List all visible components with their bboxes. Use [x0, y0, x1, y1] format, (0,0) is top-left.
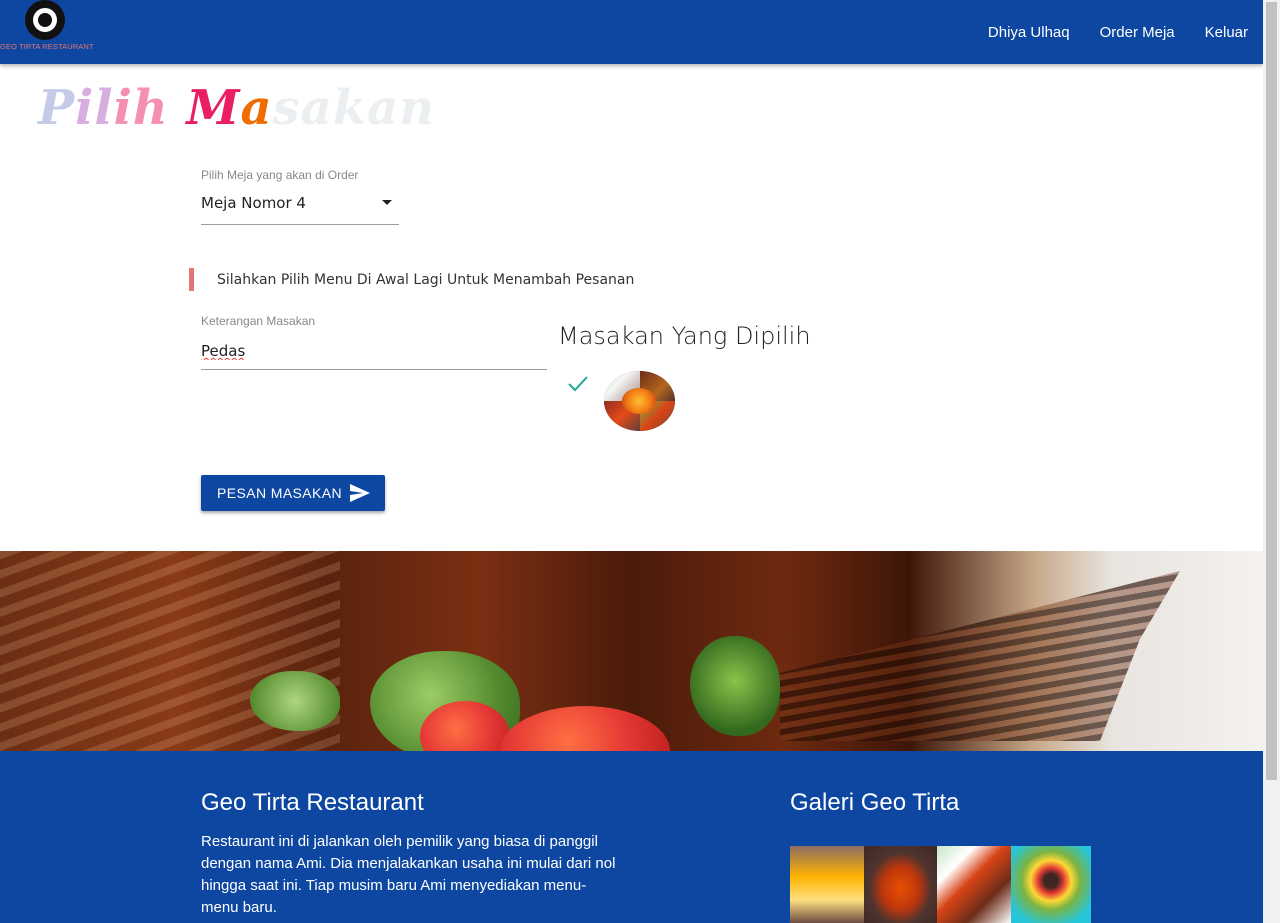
nav-links: Dhiya Ulhaq Order Meja Keluar	[958, 0, 1248, 64]
hero-banner-image	[0, 551, 1263, 751]
order-dish-button-label: PESAN MASAKAN	[217, 485, 343, 501]
page-title: Pilih Masakan	[38, 80, 435, 136]
gallery-image[interactable]	[864, 846, 937, 923]
caret-down-icon	[382, 200, 392, 205]
page-title-part: M	[186, 80, 241, 136]
table-select-value: Meja Nomor 4	[201, 194, 306, 212]
scrollbar-thumb[interactable]	[1266, 2, 1277, 780]
nav-link-user[interactable]: Dhiya Ulhaq	[988, 24, 1070, 41]
check-icon	[568, 376, 588, 392]
gallery-image[interactable]	[790, 846, 864, 923]
selected-dishes-heading: Masakan Yang Dipilih	[558, 322, 811, 350]
notice-callout: Silahkan Pilih Menu Di Awal Lagi Untuk M…	[189, 268, 634, 291]
table-select[interactable]: Meja Nomor 4	[201, 186, 399, 225]
order-dish-button[interactable]: PESAN MASAKAN	[201, 475, 385, 511]
footer-title: Geo Tirta Restaurant	[201, 789, 424, 816]
nav-link-keluar[interactable]: Keluar	[1205, 24, 1248, 41]
page-title-part: P	[38, 80, 76, 136]
page-title-part: il	[75, 80, 114, 136]
page-title-part: sakan	[272, 80, 436, 136]
gallery	[790, 846, 1091, 923]
nav-link-order-meja[interactable]: Order Meja	[1100, 24, 1175, 41]
gallery-image[interactable]	[937, 846, 1011, 923]
footer: Geo Tirta Restaurant Restaurant ini di j…	[0, 751, 1263, 923]
gallery-image[interactable]	[1011, 846, 1091, 923]
page-title-part: ih	[113, 80, 187, 136]
note-field-input[interactable]	[201, 333, 547, 370]
table-select-label: Pilih Meja yang akan di Order	[201, 168, 359, 182]
notice-text: Silahkan Pilih Menu Di Awal Lagi Untuk M…	[217, 271, 635, 288]
logo-icon	[25, 0, 65, 40]
send-icon	[350, 484, 370, 502]
navbar: GEO TIRTA RESTAURANT Dhiya Ulhaq Order M…	[0, 0, 1263, 64]
gallery-title: Galeri Geo Tirta	[790, 789, 960, 816]
page-title-part: a	[240, 80, 273, 136]
note-field-label: Keterangan Masakan	[201, 314, 316, 328]
logo[interactable]: GEO TIRTA RESTAURANT	[0, 0, 94, 56]
selected-dish-image	[604, 371, 675, 431]
logo-text: GEO TIRTA RESTAURANT	[0, 42, 94, 51]
scrollbar[interactable]	[1263, 0, 1280, 923]
footer-description: Restaurant ini di jalankan oleh pemilik …	[201, 833, 616, 916]
